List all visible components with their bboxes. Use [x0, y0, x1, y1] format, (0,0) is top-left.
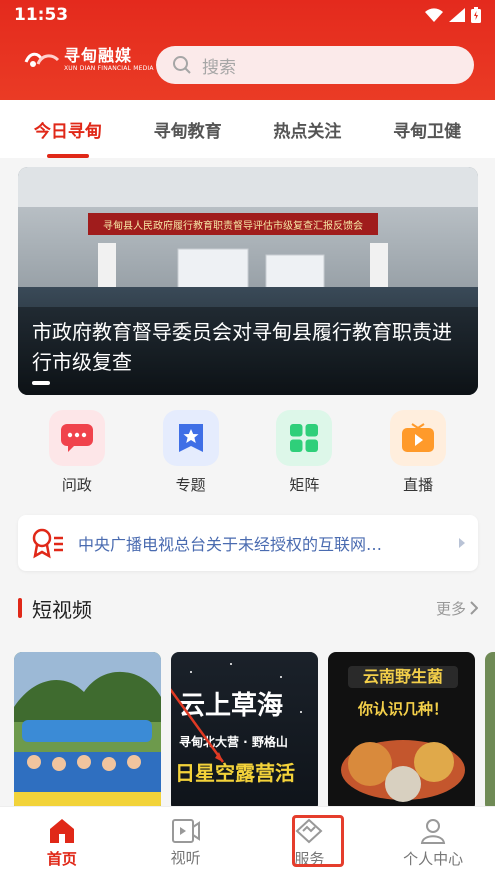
video-overlay-subtitle: 寻甸北大营 · 野格山	[179, 734, 288, 749]
banner-pagination-indicator	[32, 381, 50, 385]
quick-link-label: 问政	[61, 476, 92, 494]
annotation-highlight-box	[292, 815, 344, 867]
more-link[interactable]: 更多	[436, 598, 478, 619]
app-logo: 寻甸融媒 XUN DIAN FINANCIAL MEDIA	[24, 48, 154, 72]
video-thumbnail	[14, 652, 161, 812]
quick-link-label: 矩阵	[289, 476, 320, 494]
quick-link-zhuanti[interactable]: 专题	[151, 410, 231, 500]
video-card[interactable]	[14, 652, 161, 812]
status-time: 11:53	[14, 5, 69, 25]
tab-hot-topics[interactable]: 热点关注	[273, 100, 341, 158]
quick-links: 问政 专题 矩阵 直播	[0, 410, 495, 500]
top-header: 11:53 寻甸融媒 XUN DIAN FINANCIAL MEDIA 搜索	[0, 0, 495, 100]
video-play-icon	[171, 819, 200, 843]
tab-xundian-health[interactable]: 寻甸卫健	[393, 100, 461, 158]
nav-label: 首页	[46, 850, 77, 868]
logo-subtitle: XUN DIAN FINANCIAL MEDIA	[64, 65, 154, 72]
person-icon	[421, 819, 446, 844]
message-icon	[48, 410, 105, 466]
live-play-icon	[390, 410, 447, 466]
notice-bar[interactable]: 中央广播电视总台关于未经授权的互联网…	[18, 515, 478, 571]
grid-icon	[276, 410, 333, 466]
banner-screen-text: 寻甸县人民政府履行教育职责督导评估市级复查汇报反馈会	[103, 219, 363, 232]
nav-home[interactable]: 首页	[12, 818, 112, 869]
section-accent-bar	[18, 598, 22, 618]
video-overlay-line3: 日星空露营活	[175, 761, 295, 785]
status-bar: 11:53	[0, 0, 495, 30]
section-title: 短视频	[32, 597, 92, 622]
video-card[interactable]	[485, 652, 495, 812]
banner-caption: 市政府教育督导委员会对寻甸县履行教育职责进行市级复查	[32, 320, 452, 374]
chevron-right-icon	[459, 538, 465, 548]
announcement-badge-icon	[32, 528, 63, 559]
search-icon	[173, 56, 191, 74]
news-banner[interactable]: 寻甸县人民政府履行教育职责督导评估市级复查汇报反馈会 市政府教育督导委员会对寻甸…	[18, 167, 478, 395]
notice-text: 中央广播电视总台关于未经授权的互联网…	[78, 535, 383, 554]
quick-link-juzhen[interactable]: 矩阵	[264, 410, 344, 500]
nav-video[interactable]: 视听	[136, 819, 236, 868]
battery-icon	[471, 7, 481, 23]
search-placeholder: 搜索	[202, 57, 236, 78]
signal-icon	[449, 8, 465, 22]
search-input[interactable]: 搜索	[156, 46, 474, 84]
channel-tabs: 今日寻甸 寻甸教育 热点关注 寻甸卫健	[0, 100, 495, 158]
wifi-icon	[425, 8, 443, 22]
video-overlay-title: 云上草海	[179, 691, 283, 721]
bottom-navigation: 首页 视听 服务 个人中心	[0, 806, 495, 880]
status-icons	[425, 7, 481, 23]
quick-link-label: 专题	[175, 476, 206, 494]
video-overlay-title: 云南野生菌	[363, 667, 443, 686]
tab-xundian-education[interactable]: 寻甸教育	[154, 100, 222, 158]
logo-mark-icon	[24, 52, 60, 67]
video-overlay-subtitle: 你认识几种！	[357, 700, 448, 718]
quick-link-zhibo[interactable]: 直播	[378, 410, 458, 500]
more-label: 更多	[435, 599, 466, 618]
nav-label: 视听	[170, 849, 201, 867]
video-card[interactable]: 云上草海 寻甸北大营 · 野格山 日星空露营活	[171, 652, 318, 812]
video-card[interactable]: 云南野生菌 你认识几种！	[328, 652, 475, 812]
home-icon	[49, 819, 74, 843]
quick-link-wenzheng[interactable]: 问政	[37, 410, 117, 500]
nav-profile[interactable]: 个人中心	[383, 818, 483, 869]
logo-title: 寻甸融媒	[64, 46, 133, 65]
quick-link-label: 直播	[403, 476, 434, 494]
short-video-header: 短视频 更多	[18, 592, 478, 624]
tab-today-xundian[interactable]: 今日寻甸	[34, 100, 102, 158]
short-video-list: 云上草海 寻甸北大营 · 野格山 日星空露营活 云南野生菌 你认识几种！	[14, 652, 495, 812]
star-bookmark-icon	[162, 410, 219, 466]
chevron-right-icon	[470, 601, 478, 615]
nav-label: 个人中心	[403, 850, 464, 868]
